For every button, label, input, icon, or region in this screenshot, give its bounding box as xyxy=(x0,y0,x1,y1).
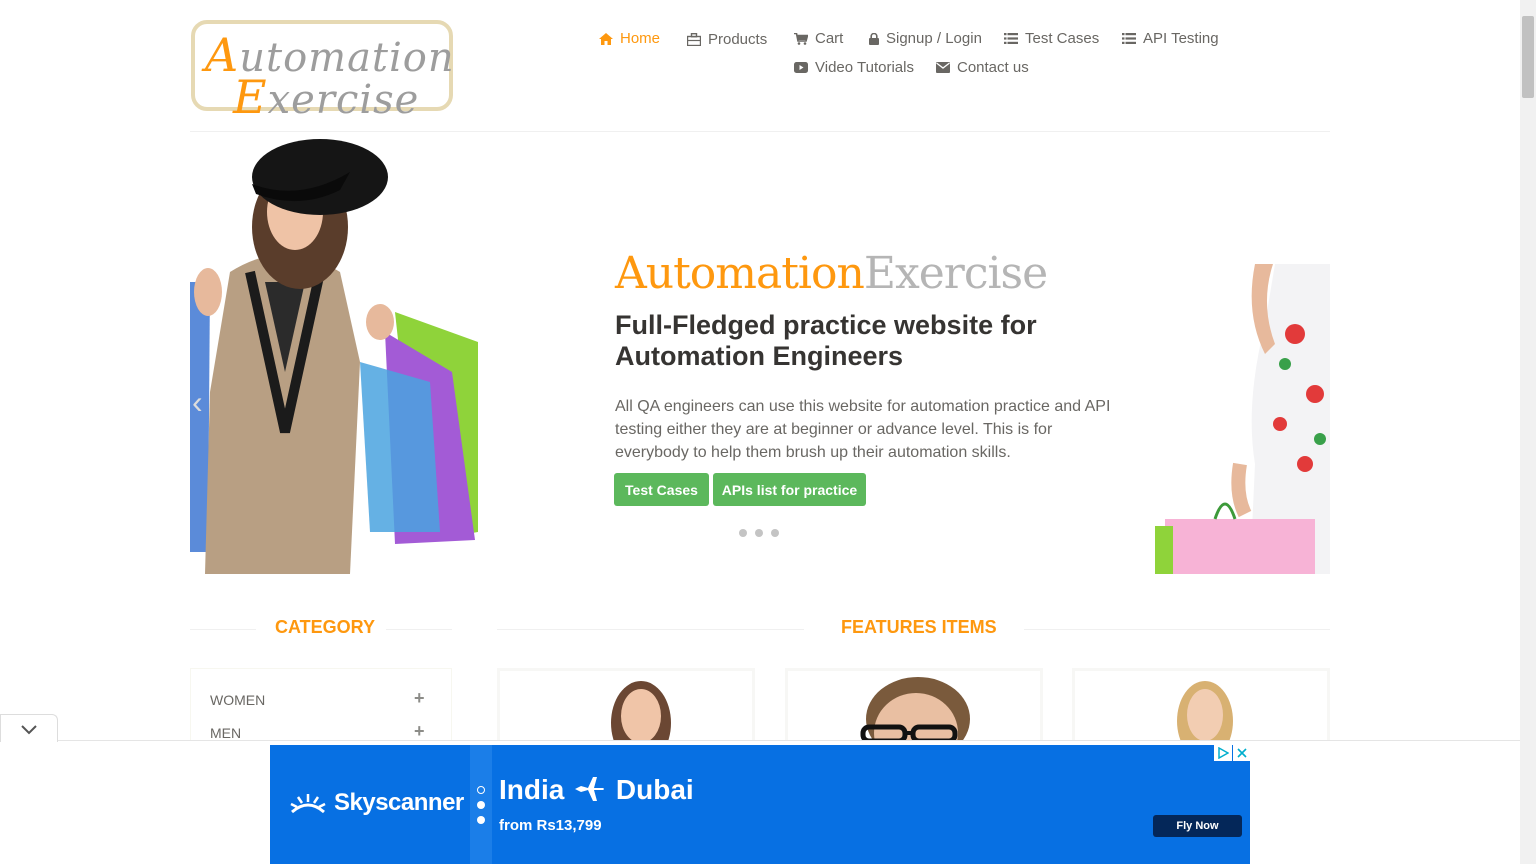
nav-video-tutorials[interactable]: Video Tutorials xyxy=(794,59,914,76)
nav-label: Signup / Login xyxy=(886,30,982,47)
nav-label: Cart xyxy=(815,30,844,47)
nav-home[interactable]: Home xyxy=(599,30,660,47)
ad-route: India Dubai xyxy=(499,774,694,805)
nav-api-testing[interactable]: API Testing xyxy=(1122,30,1219,47)
nav-signup-login[interactable]: Signup / Login xyxy=(869,30,982,47)
list-icon xyxy=(1004,33,1018,44)
chevron-down-icon xyxy=(21,725,37,735)
cart-icon xyxy=(794,32,808,45)
apis-list-button[interactable]: APIs list for practice xyxy=(713,473,866,506)
carousel-prev-arrow[interactable]: ‹ xyxy=(192,382,214,422)
skyscanner-sunrise-icon xyxy=(290,794,326,814)
model-woman-with-shopping-bags-image xyxy=(190,139,478,574)
youtube-icon xyxy=(794,62,808,73)
ad-price: from Rs13,799 xyxy=(499,817,602,834)
lock-icon xyxy=(869,32,879,45)
nav-label: Contact us xyxy=(957,59,1029,76)
category-title-line-left xyxy=(190,629,256,630)
ad-banner[interactable]: Skyscanner India Dubai from Rs13,799 Fly… xyxy=(270,745,1250,864)
category-title: Category xyxy=(275,617,376,637)
features-title: Features Items xyxy=(841,617,997,637)
nav-contact-us[interactable]: Contact us xyxy=(936,59,1029,76)
ad-pager xyxy=(470,745,492,864)
nav-label: Test Cases xyxy=(1025,30,1100,47)
hero-brand-title: AutomationExercise xyxy=(615,248,1048,299)
nav-test-cases[interactable]: Test Cases xyxy=(1004,30,1099,47)
plane-icon xyxy=(575,777,605,801)
home-icon xyxy=(599,32,613,45)
category-title-line-right xyxy=(386,629,452,630)
nav-label: API Testing xyxy=(1143,30,1219,47)
category-women[interactable]: Women xyxy=(210,692,265,708)
nav-cart[interactable]: Cart xyxy=(794,30,843,47)
adchoices-icon[interactable] xyxy=(1214,745,1232,761)
site-logo[interactable]: Automation Exercise xyxy=(191,20,454,124)
scrollbar-thumb[interactable] xyxy=(1522,16,1534,98)
ad-brand-name: Skyscanner xyxy=(334,789,464,816)
category-men[interactable]: Men xyxy=(210,725,241,741)
envelope-icon xyxy=(936,62,950,73)
page: Automation Exercise Home Products Cart S… xyxy=(0,0,1520,864)
model-woman-in-dress-image xyxy=(1155,264,1330,574)
carousel-indicator-3[interactable] xyxy=(771,529,779,537)
features-title-line-right xyxy=(1024,629,1330,630)
nav-label: Video Tutorials xyxy=(815,59,914,76)
nav-products[interactable]: Products xyxy=(687,31,767,48)
carousel-indicator-1[interactable] xyxy=(739,529,747,537)
expand-men-icon[interactable]: + xyxy=(414,721,425,742)
nav-label: Home xyxy=(620,30,661,47)
ad-collapse-toggle[interactable] xyxy=(0,714,58,742)
hero-description: All QA engineers can use this website fo… xyxy=(615,398,1111,461)
carousel-indicator-2[interactable] xyxy=(755,529,763,537)
hero-headline: Full-Fledged practice website for Automa… xyxy=(615,310,1037,371)
list-icon xyxy=(1122,33,1136,44)
fly-now-button[interactable]: Fly Now xyxy=(1153,815,1242,837)
ad-pager-dot xyxy=(477,816,485,824)
ad-pager-dot xyxy=(477,801,485,809)
ad-pager-dot xyxy=(477,786,485,794)
vertical-scrollbar[interactable] xyxy=(1520,0,1536,864)
nav-label: Products xyxy=(708,31,768,48)
logo-line-2: Exercise xyxy=(233,70,420,124)
products-icon xyxy=(687,33,701,46)
expand-women-icon[interactable]: + xyxy=(414,688,425,709)
ad-brand: Skyscanner xyxy=(290,789,464,817)
test-cases-button[interactable]: Test Cases xyxy=(614,473,709,506)
features-title-line-left xyxy=(497,629,804,630)
hero-carousel: AutomationExercise Full-Fledged practice… xyxy=(190,132,1330,574)
ad-close-icon[interactable] xyxy=(1233,745,1250,761)
